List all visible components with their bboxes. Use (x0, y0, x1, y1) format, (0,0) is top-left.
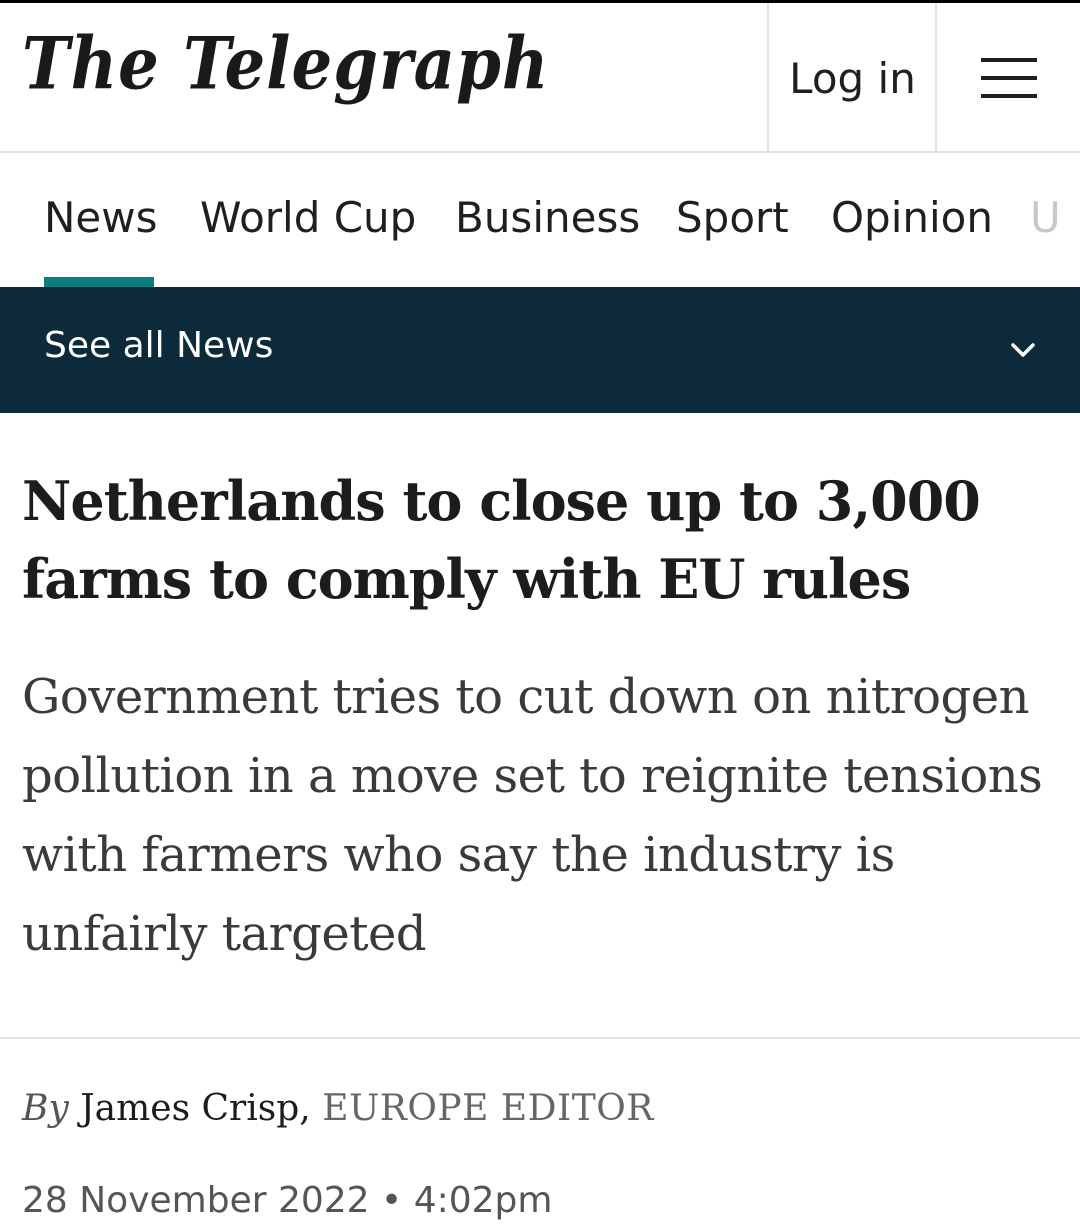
tab-business[interactable]: Business (455, 193, 640, 242)
tab-sport[interactable]: Sport (676, 193, 789, 242)
author-name[interactable]: James Crisp, (80, 1088, 310, 1129)
telegraph-logo[interactable]: The Telegraph (22, 28, 549, 101)
author-role: EUROPE EDITOR (322, 1088, 654, 1129)
divider (0, 1037, 1080, 1039)
tab-news[interactable]: News (44, 193, 158, 242)
menu-button[interactable] (937, 3, 1080, 153)
hamburger-menu-icon (980, 58, 1037, 98)
article-headline: Netherlands to close up to 3,000 farms t… (22, 469, 981, 611)
publish-date: 28 November 2022 • 4:02pm (22, 1180, 553, 1221)
see-all-news-bar[interactable]: See all News (0, 287, 1080, 413)
section-nav: News World Cup Business Sport Opinion U (0, 153, 1080, 287)
article-standfirst: Government tries to cut down on nitrogen… (22, 669, 1043, 962)
chevron-down-icon (1011, 343, 1035, 357)
active-tab-indicator (44, 277, 154, 287)
byline-prefix: By (22, 1088, 69, 1129)
tab-world-cup[interactable]: World Cup (200, 193, 416, 242)
header-divider (767, 3, 769, 153)
site-header: The Telegraph Log in (0, 3, 1080, 153)
tab-overflow-hint[interactable]: U (1030, 193, 1061, 242)
login-button[interactable]: Log in (770, 3, 935, 153)
see-all-news-label: See all News (44, 325, 274, 366)
byline: By James Crisp, EUROPE EDITOR (22, 1088, 654, 1129)
tab-opinion[interactable]: Opinion (831, 193, 993, 242)
